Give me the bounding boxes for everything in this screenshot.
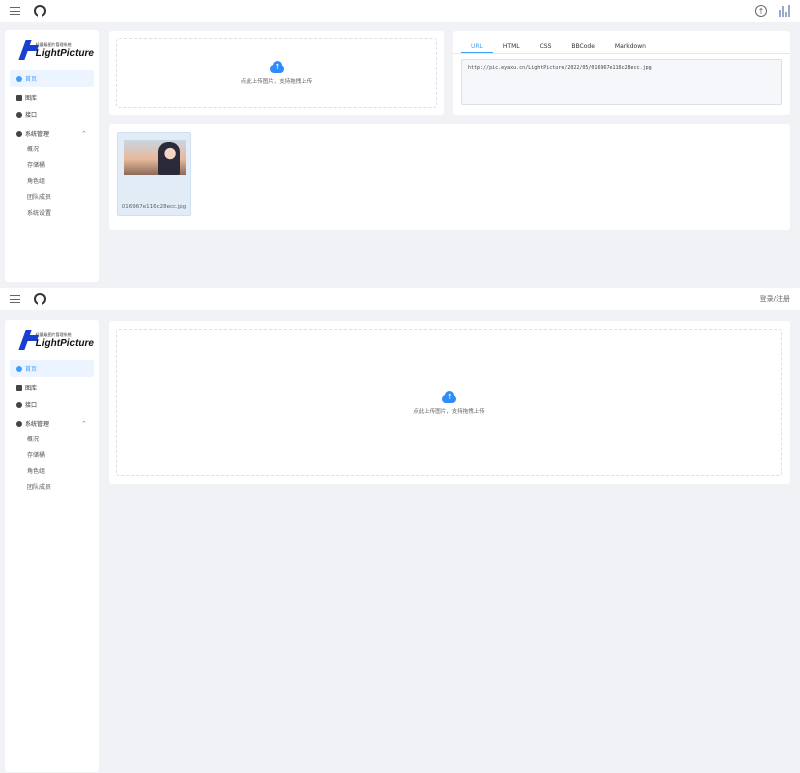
sidebar-subitem-settings[interactable]: 系统设置 — [10, 206, 94, 222]
header-actions: ↑ — [755, 5, 790, 17]
header-actions: 登录/注册 — [760, 294, 790, 304]
screenshot-logged-in: ↑ 轻量级图片管理系统 LightPicture 首页 图库 接口 系统管理 ^… — [0, 0, 800, 286]
api-icon — [16, 401, 22, 408]
sidebar-item-label: 首页 — [25, 76, 38, 83]
gallery-icon — [16, 94, 22, 101]
logo-name: LightPicture — [35, 47, 94, 59]
sidebar-item-system[interactable]: 系统管理 ^ — [10, 125, 94, 142]
logo: 轻量级图片管理系统 LightPicture — [18, 38, 94, 62]
logo-mark-icon — [18, 40, 40, 60]
sidebar-subitem-overview[interactable]: 概况 — [10, 142, 94, 158]
chevron-up-icon: ^ — [81, 130, 86, 137]
top-header: 登录/注册 — [0, 288, 800, 310]
github-icon[interactable] — [34, 5, 46, 17]
github-icon[interactable] — [34, 293, 46, 305]
home-icon — [16, 365, 22, 372]
settings-icon — [16, 420, 22, 427]
image-thumbnail — [124, 140, 186, 175]
cloud-upload-icon: ↑ — [440, 390, 458, 403]
home-icon — [16, 75, 22, 82]
tab-markdown[interactable]: Markdown — [605, 40, 656, 53]
logo: 轻量级图片管理系统 LightPicture — [18, 328, 94, 352]
sidebar-subitem-roles[interactable]: 角色组 — [10, 464, 94, 480]
sidebar-subitem-members[interactable]: 团队成员 — [10, 190, 94, 206]
upload-circle-icon[interactable]: ↑ — [755, 5, 767, 17]
sidebar-item-gallery[interactable]: 图库 — [10, 379, 94, 396]
sidebar-item-label: 图库 — [25, 95, 38, 102]
sidebar-item-label: 系统管理 — [25, 421, 50, 428]
screenshot-guest: 登录/注册 轻量级图片管理系统 LightPicture 首页 图库 接口 系统… — [0, 288, 800, 773]
sidebar-item-label: 系统管理 — [25, 131, 50, 138]
sidebar: 轻量级图片管理系统 LightPicture 首页 图库 接口 系统管理 ^ 概… — [5, 320, 99, 772]
link-card: URL HTML CSS BBCode Markdown http://pic.… — [453, 31, 790, 115]
sidebar-item-gallery[interactable]: 图库 — [10, 89, 94, 106]
sidebar-item-label: 首页 — [25, 366, 38, 373]
sidebar-item-home[interactable]: 首页 — [10, 360, 94, 377]
settings-icon — [16, 130, 22, 137]
bar-chart-icon[interactable] — [779, 5, 790, 17]
sidebar-subitem-roles[interactable]: 角色组 — [10, 174, 94, 190]
chevron-up-icon: ^ — [81, 420, 86, 427]
link-output[interactable]: http://pic.eyaxu.cn/LightPicture/2022/05… — [461, 59, 782, 105]
tab-bbcode[interactable]: BBCode — [561, 40, 605, 53]
upload-card: ↑ 点此上传图片，支持拖拽上传 — [109, 321, 790, 484]
sidebar-item-label: 图库 — [25, 385, 38, 392]
login-register-link[interactable]: 登录/注册 — [760, 294, 790, 304]
menu-icon[interactable] — [10, 295, 20, 303]
upload-card: ↑ 点此上传图片，支持拖拽上传 — [109, 31, 444, 115]
sidebar-item-label: 接口 — [25, 112, 38, 119]
image-item[interactable]: 016967e116c28ecc.jpg — [117, 132, 191, 216]
top-header: ↑ — [0, 0, 800, 22]
image-filename: 016967e116c28ecc.jpg — [121, 204, 187, 210]
sidebar-item-api[interactable]: 接口 — [10, 396, 94, 413]
tab-css[interactable]: CSS — [530, 40, 562, 53]
sidebar-subitem-buckets[interactable]: 存储桶 — [10, 158, 94, 174]
logo-name: LightPicture — [35, 337, 94, 349]
sidebar-subitem-buckets[interactable]: 存储桶 — [10, 448, 94, 464]
tab-html[interactable]: HTML — [493, 40, 530, 53]
upload-hint: 点此上传图片，支持拖拽上传 — [413, 408, 485, 415]
sidebar: 轻量级图片管理系统 LightPicture 首页 图库 接口 系统管理 ^ 概… — [5, 30, 99, 282]
upload-dropzone[interactable]: ↑ 点此上传图片，支持拖拽上传 — [116, 38, 437, 108]
image-list-card — [109, 124, 790, 230]
upload-hint: 点此上传图片，支持拖拽上传 — [240, 79, 313, 85]
logo-mark-icon — [18, 330, 40, 350]
sidebar-item-system[interactable]: 系统管理 ^ — [10, 415, 94, 432]
sidebar-item-label: 接口 — [25, 402, 38, 409]
link-format-tabs: URL HTML CSS BBCode Markdown — [453, 40, 790, 54]
upload-dropzone[interactable]: ↑ 点此上传图片，支持拖拽上传 — [116, 329, 782, 476]
tab-url[interactable]: URL — [461, 40, 493, 53]
sidebar-subitem-members[interactable]: 团队成员 — [10, 480, 94, 496]
sidebar-item-home[interactable]: 首页 — [10, 70, 94, 87]
api-icon — [16, 111, 22, 118]
cloud-upload-icon: ↑ — [268, 61, 286, 73]
sidebar-subitem-overview[interactable]: 概况 — [10, 432, 94, 448]
menu-icon[interactable] — [10, 7, 20, 15]
gallery-icon — [16, 384, 22, 391]
sidebar-item-api[interactable]: 接口 — [10, 106, 94, 123]
